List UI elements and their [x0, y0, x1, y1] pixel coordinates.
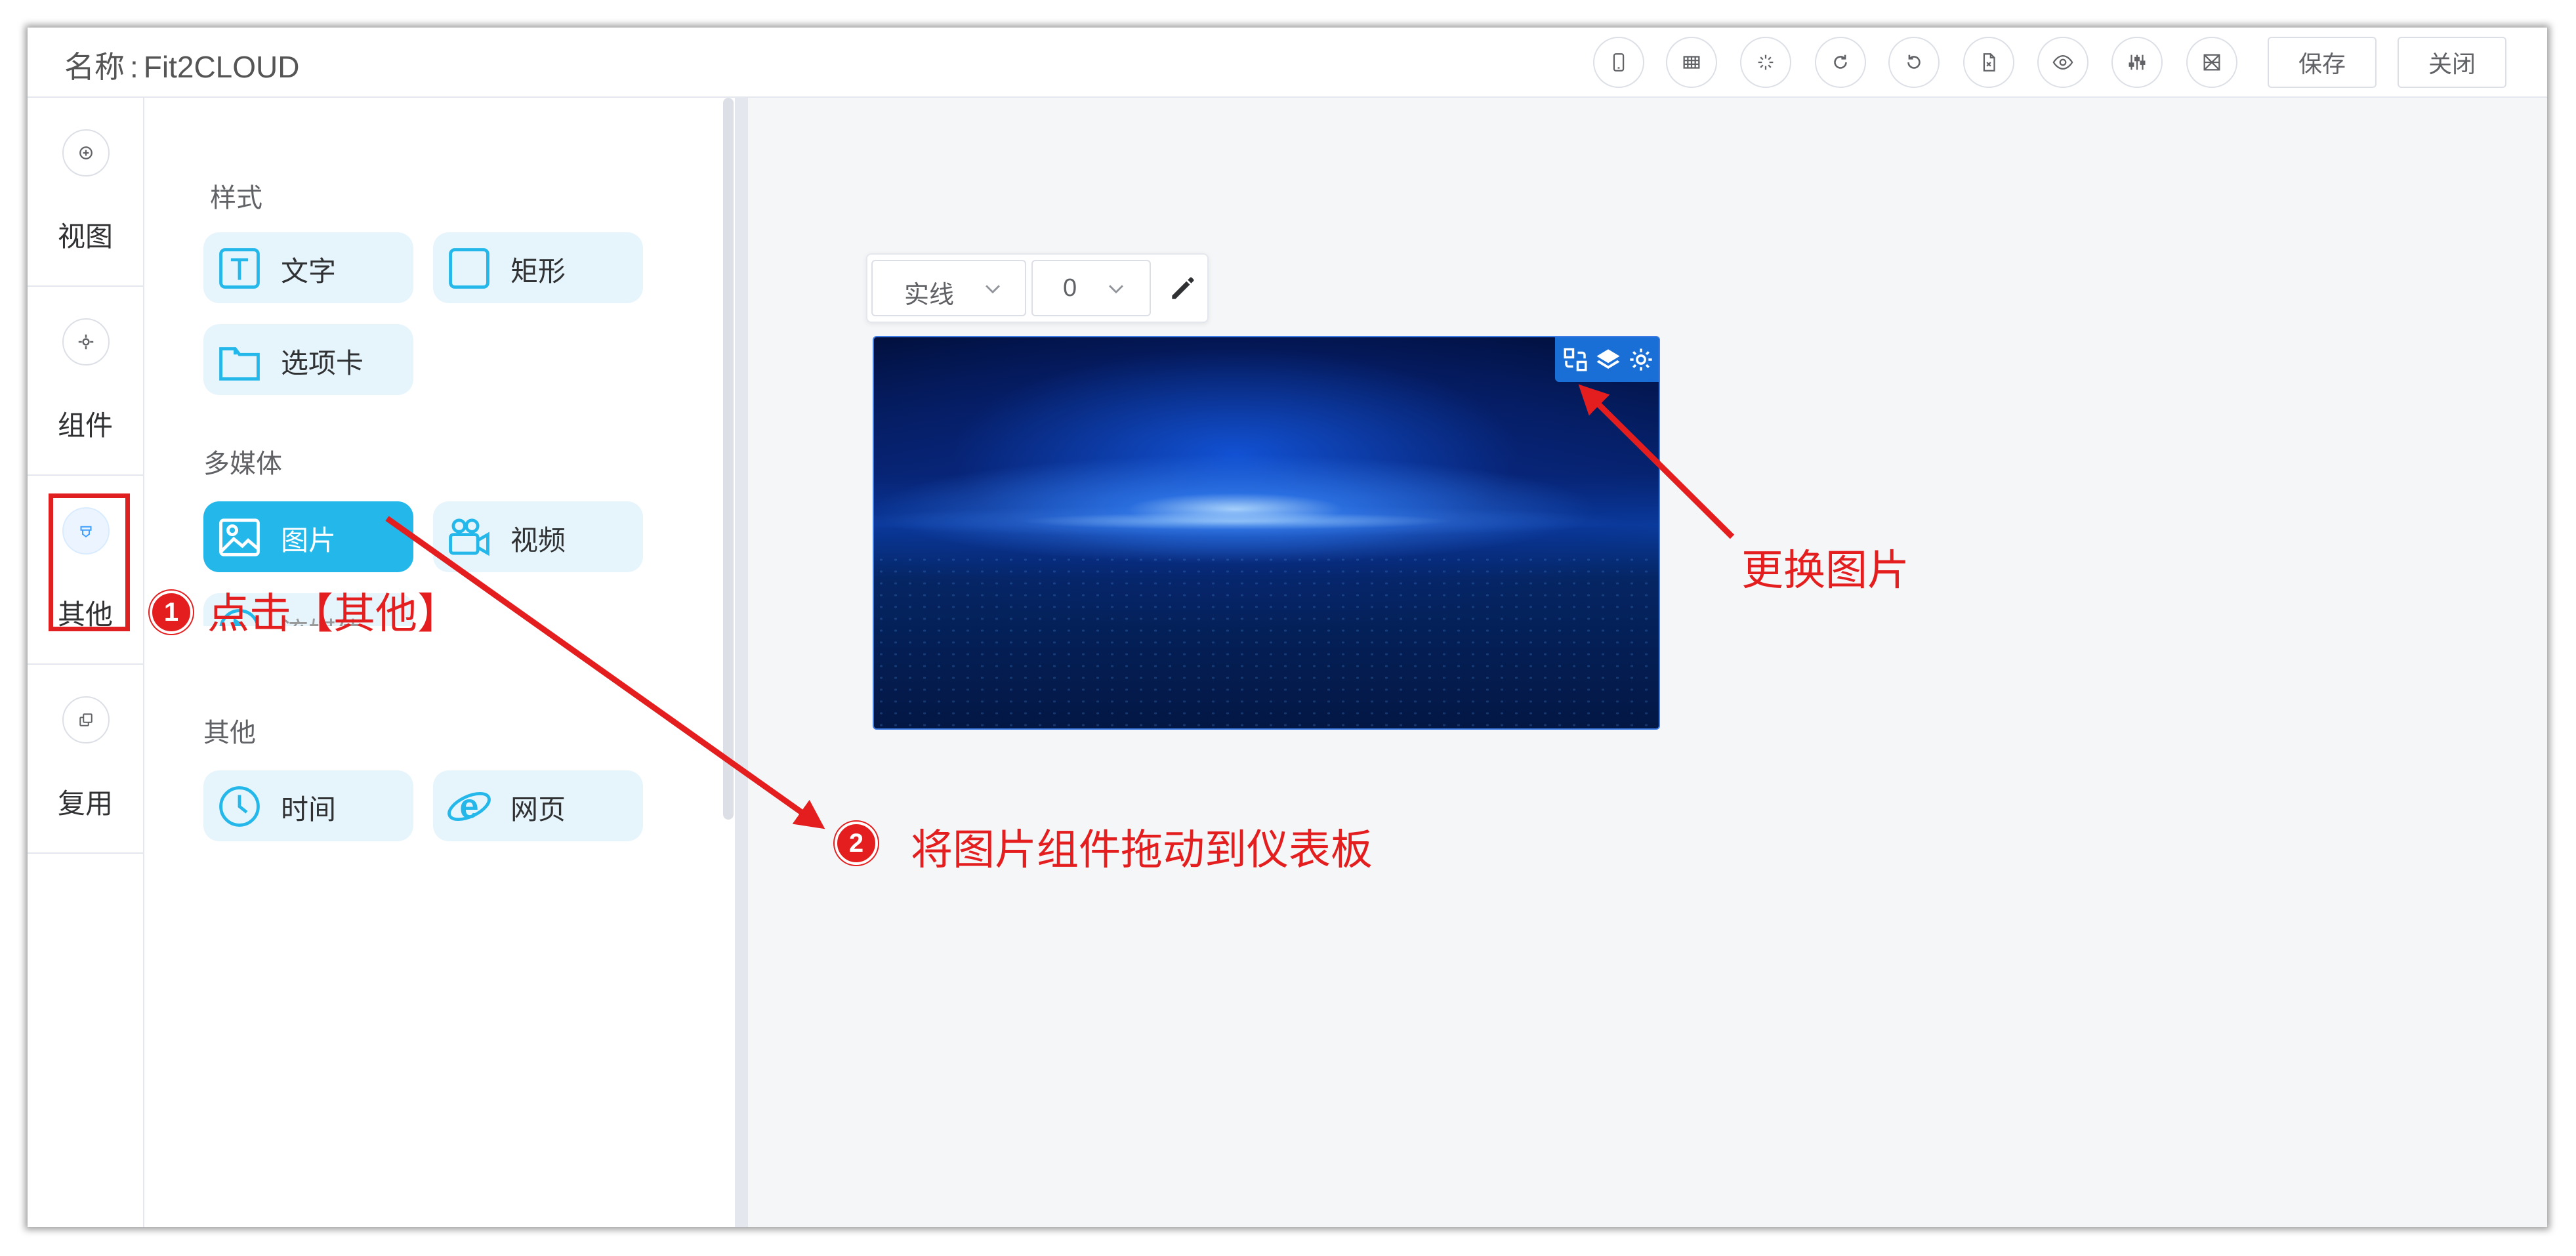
line-width-value: 0	[1063, 274, 1077, 302]
panel-scrollbar[interactable]	[723, 98, 734, 820]
save-button[interactable]: 保存	[2268, 37, 2377, 88]
nav-item-component[interactable]: 组件	[28, 287, 143, 476]
section-title-other: 其他	[203, 719, 256, 747]
left-icon-nav: 视图 组件 其他 复用	[28, 98, 144, 1227]
component-webpage[interactable]: e 网页	[433, 770, 643, 841]
component-label: 时间	[281, 794, 337, 825]
copy-icon	[62, 696, 110, 743]
rectangle-icon	[449, 248, 489, 289]
panel-divider[interactable]	[735, 98, 748, 1227]
svg-text:e: e	[459, 787, 478, 826]
close-button[interactable]: 关闭	[2398, 37, 2506, 88]
component-panel: 样式 文字 矩形 选项卡 多媒体 图片 视频 流媒体 其他 时	[144, 98, 735, 1227]
nav-label-view: 视图	[57, 221, 113, 252]
spinner-icon[interactable]	[1740, 37, 1791, 88]
component-tabs[interactable]: 选项卡	[203, 324, 413, 395]
image-toolbar	[1555, 337, 1659, 382]
step-badge-1: 1	[150, 591, 193, 634]
component-text[interactable]: 文字	[203, 232, 413, 303]
grid-icon[interactable]	[1666, 37, 1717, 88]
nav-item-view[interactable]: 视图	[28, 98, 143, 287]
pencil-icon[interactable]	[1167, 272, 1199, 304]
nav-item-reuse[interactable]: 复用	[28, 665, 143, 854]
component-label: 网页	[510, 794, 566, 825]
component-video[interactable]: 视频	[433, 501, 643, 572]
name-separator: :	[130, 50, 138, 84]
browser-e-icon: e	[447, 787, 491, 826]
undo-icon[interactable]	[1888, 37, 1940, 88]
text-icon	[219, 248, 260, 289]
component-label: 文字	[281, 256, 337, 287]
line-style-value: 实线	[904, 282, 955, 309]
gear-icon	[62, 318, 110, 366]
component-time[interactable]: 时间	[203, 770, 413, 841]
dashboard-name: 名称: Fit2CLOUD	[64, 43, 300, 87]
line-style-select[interactable]: 实线	[871, 260, 1026, 316]
chevron-down-icon	[1109, 285, 1123, 294]
component-label: 视频	[510, 525, 566, 556]
header-bar: 名称: Fit2CLOUD 保存 关闭	[28, 28, 2547, 98]
replace-image-icon[interactable]	[1562, 346, 1589, 373]
section-title-media: 多媒体	[203, 450, 282, 478]
border-style-toolbar: 实线 0	[866, 253, 1209, 323]
step2-annotation: 将图片组件拖动到仪表板	[911, 826, 1373, 873]
export-icon[interactable]	[1963, 37, 2014, 88]
name-value[interactable]: Fit2CLOUD	[144, 50, 300, 84]
highlight-box-other	[49, 493, 130, 631]
component-image[interactable]: 图片	[203, 501, 413, 572]
video-camera-icon	[449, 518, 489, 556]
nav-label-reuse: 复用	[57, 788, 113, 819]
component-label: 矩形	[510, 256, 566, 287]
preview-icon[interactable]	[2037, 37, 2088, 88]
step-badge-2: 2	[835, 822, 878, 865]
gear-icon[interactable]	[1627, 346, 1655, 373]
step1-annotation: 点击【其他】	[207, 590, 459, 637]
plus-circle-icon	[62, 129, 110, 177]
adjust-icon[interactable]	[2111, 37, 2163, 88]
replace-image-annotation: 更换图片	[1741, 547, 1909, 594]
redo-icon[interactable]	[1815, 37, 1866, 88]
component-label: 选项卡	[281, 348, 364, 379]
component-label: 图片	[281, 525, 337, 556]
tabs-icon	[219, 347, 260, 381]
image-glow	[874, 501, 1659, 541]
image-icon	[219, 518, 260, 556]
image-component[interactable]	[873, 336, 1660, 730]
mobile-icon[interactable]	[1593, 37, 1644, 88]
chevron-down-icon	[986, 285, 1000, 294]
component-rect[interactable]: 矩形	[433, 232, 643, 303]
image-texture	[874, 554, 1659, 728]
clear-icon[interactable]	[2186, 37, 2237, 88]
nav-label-component: 组件	[57, 410, 113, 441]
name-label: 名称	[64, 50, 125, 84]
clock-icon	[219, 786, 260, 827]
line-width-select[interactable]: 0	[1031, 260, 1151, 316]
layers-icon[interactable]	[1594, 346, 1622, 373]
section-title-style: 样式	[210, 184, 262, 213]
